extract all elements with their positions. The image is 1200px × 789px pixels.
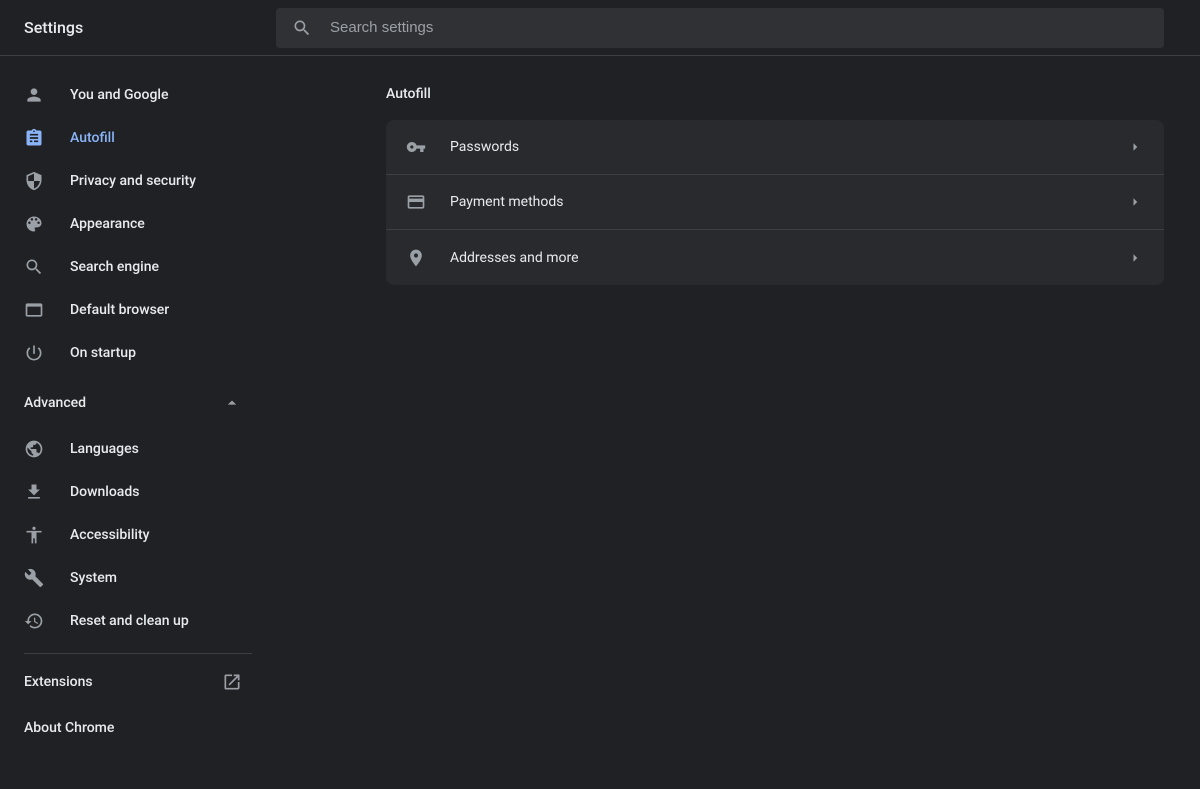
sidebar-item-label: Languages (70, 441, 139, 457)
search-icon (292, 18, 312, 38)
person-icon (24, 85, 44, 105)
main-content: Autofill Passwords Payment methods Addre… (276, 56, 1200, 789)
search-box[interactable] (276, 8, 1164, 48)
sidebar-item-default-browser[interactable]: Default browser (0, 290, 260, 330)
accessibility-icon (24, 525, 44, 545)
sidebar-item-system[interactable]: System (0, 558, 260, 598)
restore-icon (24, 611, 44, 631)
download-icon (24, 482, 44, 502)
sidebar-item-extensions[interactable]: Extensions (0, 662, 276, 702)
row-label: Passwords (450, 139, 1126, 155)
page-title: Settings (0, 18, 276, 37)
sidebar-item-privacy[interactable]: Privacy and security (0, 161, 260, 201)
power-icon (24, 343, 44, 363)
key-icon (406, 137, 426, 157)
sidebar-item-on-startup[interactable]: On startup (0, 333, 260, 373)
globe-icon (24, 439, 44, 459)
row-passwords[interactable]: Passwords (386, 120, 1164, 175)
search-input[interactable] (330, 19, 1148, 36)
row-label: Addresses and more (450, 250, 1126, 266)
open-in-new-icon (222, 672, 242, 692)
sidebar-item-label: On startup (70, 345, 136, 361)
sidebar-item-label: Default browser (70, 302, 169, 318)
shield-icon (24, 171, 44, 191)
section-title: Autofill (386, 86, 1164, 102)
sidebar-item-accessibility[interactable]: Accessibility (0, 515, 260, 555)
sidebar: You and Google Autofill Privacy and secu… (0, 56, 276, 789)
sidebar-item-label: Privacy and security (70, 173, 196, 189)
clipboard-icon (24, 128, 44, 148)
chevron-up-icon (222, 393, 242, 413)
browser-icon (24, 300, 44, 320)
credit-card-icon (406, 192, 426, 212)
sidebar-item-label: Search engine (70, 259, 159, 275)
chevron-right-icon (1126, 193, 1144, 211)
chevron-right-icon (1126, 138, 1144, 156)
sidebar-item-search-engine[interactable]: Search engine (0, 247, 260, 287)
sidebar-item-label: You and Google (70, 87, 168, 103)
sidebar-item-label: System (70, 570, 117, 586)
sidebar-item-label: Appearance (70, 216, 145, 232)
header: Settings (0, 0, 1200, 56)
location-icon (406, 248, 426, 268)
sidebar-item-reset[interactable]: Reset and clean up (0, 601, 260, 641)
body: You and Google Autofill Privacy and secu… (0, 56, 1200, 789)
autofill-card: Passwords Payment methods Addresses and … (386, 120, 1164, 285)
sidebar-item-autofill[interactable]: Autofill (0, 118, 260, 158)
divider (24, 653, 252, 654)
row-addresses[interactable]: Addresses and more (386, 230, 1164, 285)
search-wrap (276, 8, 1200, 48)
sidebar-item-languages[interactable]: Languages (0, 429, 260, 469)
sidebar-item-about[interactable]: About Chrome (0, 708, 276, 748)
about-label: About Chrome (24, 720, 114, 736)
sidebar-item-appearance[interactable]: Appearance (0, 204, 260, 244)
search-icon (24, 257, 44, 277)
sidebar-item-label: Accessibility (70, 527, 149, 543)
chevron-right-icon (1126, 249, 1144, 267)
advanced-toggle[interactable]: Advanced (0, 383, 276, 423)
palette-icon (24, 214, 44, 234)
extensions-label: Extensions (24, 674, 93, 690)
sidebar-item-label: Downloads (70, 484, 139, 500)
sidebar-item-label: Reset and clean up (70, 613, 189, 629)
wrench-icon (24, 568, 44, 588)
sidebar-item-downloads[interactable]: Downloads (0, 472, 260, 512)
sidebar-item-you-google[interactable]: You and Google (0, 75, 260, 115)
row-label: Payment methods (450, 194, 1126, 210)
advanced-label: Advanced (24, 395, 86, 411)
sidebar-item-label: Autofill (70, 130, 115, 146)
row-payment[interactable]: Payment methods (386, 175, 1164, 230)
